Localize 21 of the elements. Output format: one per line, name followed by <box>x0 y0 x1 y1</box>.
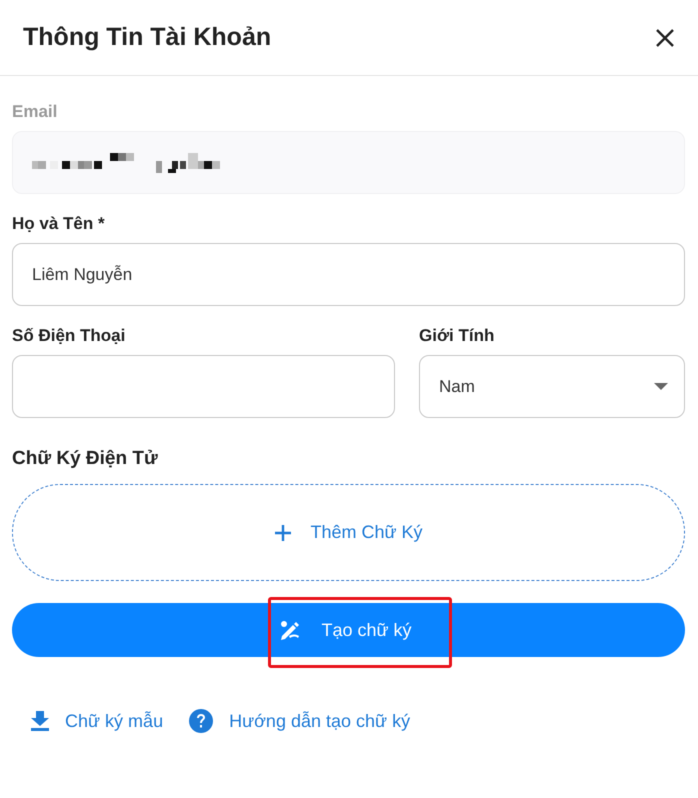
pen-icon <box>279 619 302 641</box>
select-value: Nam <box>439 376 475 396</box>
field-label: Số Điện Thoại <box>12 326 126 346</box>
field-label: Giới Tính <box>419 326 496 346</box>
field-label: Email <box>12 102 58 122</box>
caret-icon <box>654 382 668 390</box>
close-icon <box>654 26 676 48</box>
download-icon <box>31 711 49 731</box>
help-icon <box>189 709 214 733</box>
name-field[interactable]: Liêm Nguyễn <box>12 243 685 306</box>
gender-select[interactable]: Nam <box>419 355 685 418</box>
add-signature-button[interactable]: Thêm Chữ Ký <box>12 484 685 581</box>
create-signature-button[interactable]: Tạo chữ ký <box>12 603 685 657</box>
section-label: Chữ Ký Điện Tử <box>12 448 159 470</box>
field-label: Họ và Tên * <box>12 214 106 234</box>
text-link[interactable]: Hướng dẫn tạo chữ ký <box>189 709 410 733</box>
window-title: Thông Tin Tài Khoản <box>23 23 272 52</box>
plus-icon <box>274 524 292 542</box>
text-link[interactable]: Chữ ký mẫu <box>31 709 164 733</box>
phone-field[interactable] <box>12 355 395 418</box>
close-button[interactable] <box>654 26 676 48</box>
